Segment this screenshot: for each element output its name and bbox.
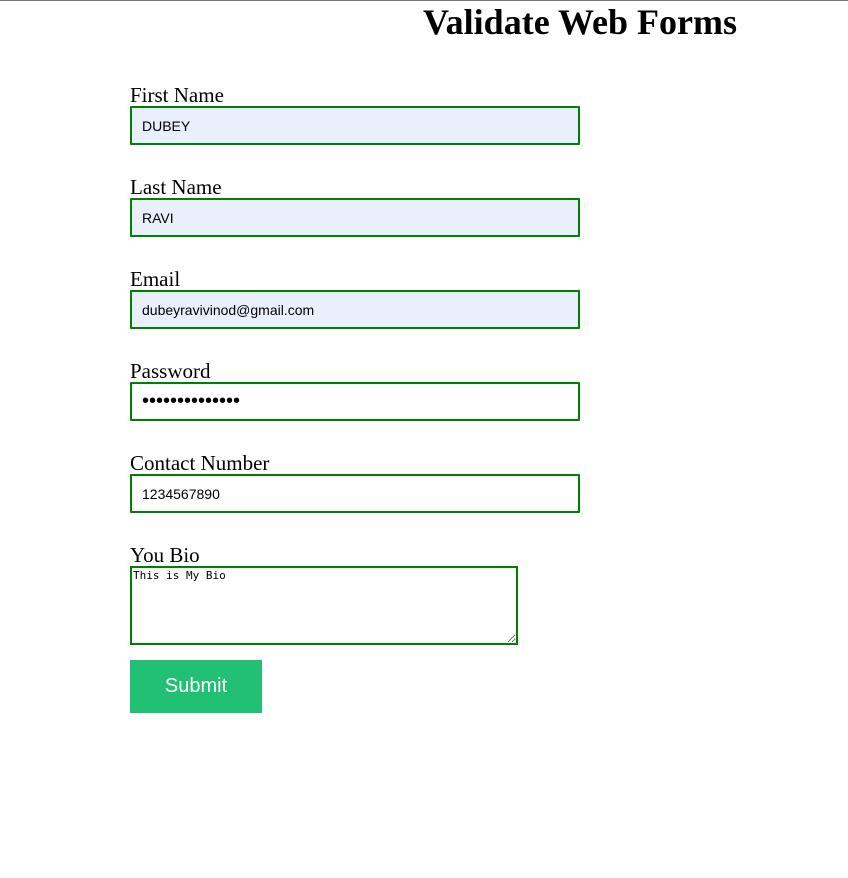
last-name-label: Last Name [130, 175, 222, 199]
last-name-input[interactable] [130, 198, 580, 237]
first-name-label: First Name [130, 83, 224, 107]
contact-number-label: Contact Number [130, 451, 270, 475]
password-label: Password [130, 359, 211, 383]
top-divider [0, 0, 848, 1]
password-input[interactable] [130, 382, 580, 421]
first-name-input[interactable] [130, 106, 580, 145]
email-input[interactable] [130, 290, 580, 329]
bio-textarea[interactable]: This is My Bio [130, 566, 518, 645]
contact-number-input[interactable] [130, 474, 580, 513]
page-title: Validate Web Forms [422, 2, 737, 42]
submit-button[interactable]: Submit [130, 660, 262, 713]
bio-label: You Bio [130, 543, 200, 567]
email-label: Email [130, 267, 181, 291]
